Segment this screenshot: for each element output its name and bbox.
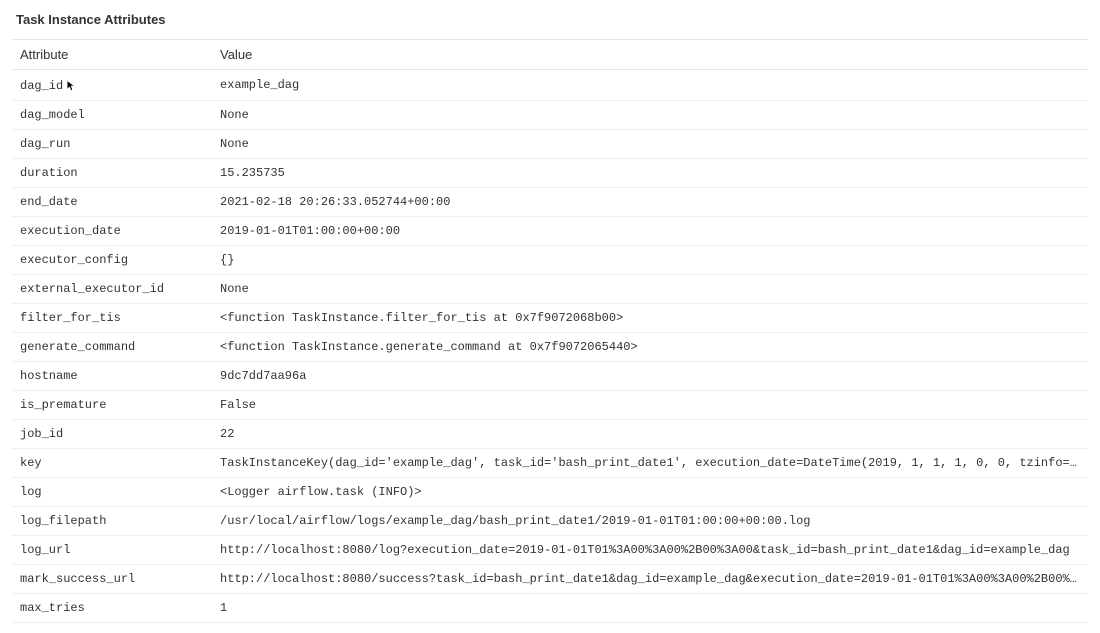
attribute-value: TaskInstanceKey(dag_id='example_dag', ta…: [212, 449, 1088, 478]
attribute-value: http://localhost:8080/log?execution_date…: [212, 536, 1088, 565]
table-row: dag_runNone: [12, 130, 1088, 159]
attribute-name: execution_date: [12, 217, 212, 246]
attribute-name: mark_success_url: [12, 565, 212, 594]
table-row: end_date2021-02-18 20:26:33.052744+00:00: [12, 188, 1088, 217]
attribute-name: key: [12, 449, 212, 478]
table-row: execution_date2019-01-01T01:00:00+00:00: [12, 217, 1088, 246]
table-row: max_tries1: [12, 594, 1088, 623]
cursor-icon: [66, 80, 76, 92]
attribute-name: log: [12, 478, 212, 507]
attribute-value: 2021-02-18 20:26:33.052744+00:00: [212, 188, 1088, 217]
column-header-value: Value: [212, 40, 1088, 70]
attribute-name: is_premature: [12, 391, 212, 420]
attribute-name: executor_config: [12, 246, 212, 275]
attribute-name: dag_id: [12, 70, 212, 101]
table-row: external_executor_idNone: [12, 275, 1088, 304]
table-row: log_urlhttp://localhost:8080/log?executi…: [12, 536, 1088, 565]
table-row: mark_success_urlhttp://localhost:8080/su…: [12, 565, 1088, 594]
attribute-value: example_dag: [212, 70, 1088, 101]
attribute-value: None: [212, 101, 1088, 130]
table-row: keyTaskInstanceKey(dag_id='example_dag',…: [12, 449, 1088, 478]
table-row: job_id22: [12, 420, 1088, 449]
table-row: log_filepath/usr/local/airflow/logs/exam…: [12, 507, 1088, 536]
table-header-row: Attribute Value: [12, 40, 1088, 70]
section-title: Task Instance Attributes: [12, 10, 1088, 29]
attribute-name: dag_model: [12, 101, 212, 130]
attribute-name: filter_for_tis: [12, 304, 212, 333]
attribute-value: {}: [212, 246, 1088, 275]
attribute-value: None: [212, 275, 1088, 304]
attribute-value: <Logger airflow.task (INFO)>: [212, 478, 1088, 507]
attribute-value: None: [212, 130, 1088, 159]
attributes-table: Attribute Value dag_idexample_dagdag_mod…: [12, 39, 1088, 623]
attribute-value: <function TaskInstance.filter_for_tis at…: [212, 304, 1088, 333]
attribute-name: duration: [12, 159, 212, 188]
attribute-value: /usr/local/airflow/logs/example_dag/bash…: [212, 507, 1088, 536]
attribute-name: max_tries: [12, 594, 212, 623]
attribute-value: http://localhost:8080/success?task_id=ba…: [212, 565, 1088, 594]
table-row: duration15.235735: [12, 159, 1088, 188]
table-row: generate_command<function TaskInstance.g…: [12, 333, 1088, 362]
attribute-name: log_url: [12, 536, 212, 565]
attribute-name: external_executor_id: [12, 275, 212, 304]
attribute-name: dag_run: [12, 130, 212, 159]
table-row: dag_idexample_dag: [12, 70, 1088, 101]
attribute-value: 22: [212, 420, 1088, 449]
column-header-attribute: Attribute: [12, 40, 212, 70]
attribute-name: end_date: [12, 188, 212, 217]
table-row: is_prematureFalse: [12, 391, 1088, 420]
attribute-name: job_id: [12, 420, 212, 449]
attribute-name: log_filepath: [12, 507, 212, 536]
attribute-name: generate_command: [12, 333, 212, 362]
table-row: filter_for_tis<function TaskInstance.fil…: [12, 304, 1088, 333]
table-row: hostname9dc7dd7aa96a: [12, 362, 1088, 391]
attribute-name: hostname: [12, 362, 212, 391]
table-row: log<Logger airflow.task (INFO)>: [12, 478, 1088, 507]
attribute-value: 2019-01-01T01:00:00+00:00: [212, 217, 1088, 246]
attribute-value: False: [212, 391, 1088, 420]
attribute-value: 9dc7dd7aa96a: [212, 362, 1088, 391]
table-row: dag_modelNone: [12, 101, 1088, 130]
table-row: executor_config{}: [12, 246, 1088, 275]
attribute-value: <function TaskInstance.generate_command …: [212, 333, 1088, 362]
attribute-value: 1: [212, 594, 1088, 623]
attribute-value: 15.235735: [212, 159, 1088, 188]
